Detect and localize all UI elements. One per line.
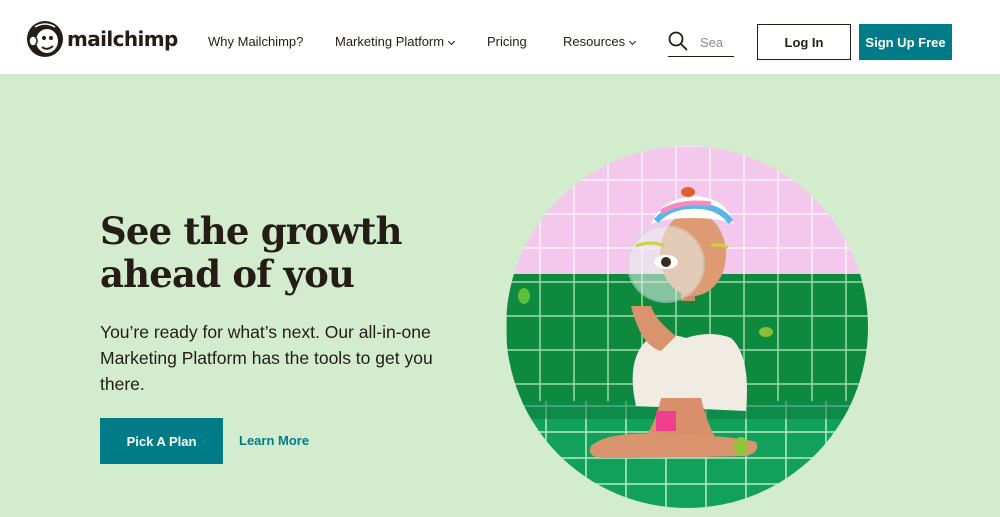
learn-more-link[interactable]: Learn More: [239, 433, 309, 448]
signup-button[interactable]: Sign Up Free: [859, 24, 952, 60]
nav-label: Pricing: [487, 34, 527, 49]
hero-image: [506, 146, 868, 508]
logo-wordmark: mailchimp: [67, 27, 178, 51]
pick-a-plan-button[interactable]: Pick A Plan: [100, 418, 223, 464]
chevron-down-icon: [448, 37, 456, 46]
headline-line-2: ahead of you: [100, 252, 355, 296]
hero-headline: See the growth ahead of you: [100, 210, 460, 296]
search-input[interactable]: [700, 32, 734, 52]
hero-subtext: You’re ready for what’s next. Our all-in…: [100, 322, 433, 394]
headline-line-1: See the growth: [100, 209, 403, 253]
nav-marketing-platform[interactable]: Marketing Platform: [335, 33, 456, 51]
nav-label: Why Mailchimp?: [208, 34, 304, 49]
mailchimp-logo[interactable]: mailchimp: [25, 19, 178, 59]
chevron-down-icon: [629, 37, 637, 46]
nav-why-mailchimp[interactable]: Why Mailchimp?: [208, 33, 303, 51]
nav-pricing[interactable]: Pricing: [487, 33, 527, 51]
nav-label: Resources: [563, 34, 626, 49]
login-button[interactable]: Log In: [757, 24, 851, 60]
nav-resources[interactable]: Resources: [563, 33, 637, 51]
search-box[interactable]: [668, 28, 734, 57]
site-header: mailchimp Why Mailchimp? Marketing Platf…: [0, 0, 1000, 74]
search-icon[interactable]: [668, 31, 688, 51]
freddie-icon: [27, 21, 63, 57]
hero-illustration: [506, 146, 868, 508]
nav-label: Marketing Platform: [335, 34, 445, 49]
